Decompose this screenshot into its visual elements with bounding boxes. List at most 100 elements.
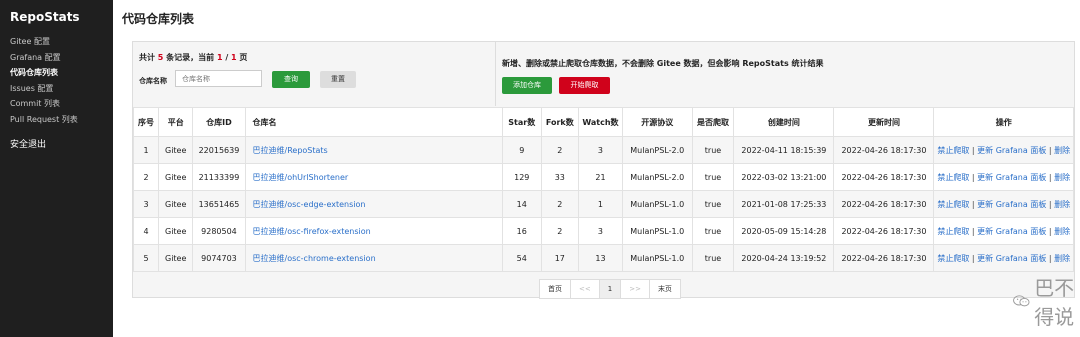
- cell-star: 16: [501, 217, 542, 245]
- cell-watch: 13: [578, 244, 623, 272]
- record-summary: 共计 5 条记录，当前 1 / 1 页: [139, 53, 248, 62]
- repo-table: 序号 平台 仓库ID 仓库名 Star数 Fork数 Watch数 开源协议 是…: [132, 107, 1074, 272]
- cell-platform: Gitee: [158, 217, 194, 245]
- stop-crawl-link[interactable]: 禁止爬取: [937, 173, 969, 182]
- cell-watch: 21: [578, 163, 623, 191]
- cell-repo-id: 13651465: [192, 190, 246, 218]
- cell-watch: 3: [578, 217, 623, 245]
- table-row: 3 Gitee 13651465 巴拉迪维/osc-edge-extension…: [132, 190, 1074, 218]
- sidebar-item-pull-request-list[interactable]: Pull Request 列表: [0, 112, 113, 128]
- sidebar-item-commit-list[interactable]: Commit 列表: [0, 96, 113, 112]
- cell-repo-id: 22015639: [192, 136, 246, 164]
- next-page-button[interactable]: >>: [621, 280, 650, 298]
- cell-fork: 2: [540, 190, 580, 218]
- cell-created: 2021-01-08 17:25:33: [733, 190, 835, 218]
- repo-name-link[interactable]: 巴拉迪维/ohUrlShortener: [253, 173, 349, 182]
- update-grafana-link[interactable]: 更新 Grafana 面板: [977, 254, 1046, 263]
- sidebar-item-issues-config[interactable]: Issues 配置: [0, 81, 113, 97]
- stop-crawl-link[interactable]: 禁止爬取: [937, 200, 969, 209]
- header-fork: Fork数: [540, 107, 580, 137]
- header-platform: 平台: [158, 107, 194, 137]
- header-repo-name: 仓库名: [244, 107, 503, 137]
- repo-name-link[interactable]: 巴拉迪维/osc-chrome-extension: [253, 254, 376, 263]
- cell-updated: 2022-04-26 18:17:30: [833, 136, 935, 164]
- cell-no: 1: [132, 136, 160, 164]
- cell-created: 2020-04-24 13:19:52: [733, 244, 835, 272]
- sidebar-item-repo-list[interactable]: 代码仓库列表: [0, 65, 113, 81]
- cell-star: 54: [501, 244, 542, 272]
- cell-crawl: true: [691, 244, 735, 272]
- add-repo-button[interactable]: 添加仓库: [502, 77, 552, 94]
- last-page-button[interactable]: 末页: [650, 280, 680, 298]
- page-number-button[interactable]: 1: [599, 280, 622, 298]
- stop-crawl-link[interactable]: 禁止爬取: [937, 227, 969, 236]
- cell-updated: 2022-04-26 18:17:30: [833, 190, 935, 218]
- first-page-button[interactable]: 首页: [540, 280, 571, 298]
- cell-created: 2020-05-09 15:14:28: [733, 217, 835, 245]
- prev-page-button[interactable]: <<: [571, 280, 600, 298]
- repo-name-link[interactable]: 巴拉迪维/osc-edge-extension: [253, 200, 366, 209]
- header-actions: 操作: [933, 107, 1074, 137]
- brand-logo[interactable]: RepoStats: [0, 0, 113, 34]
- cell-crawl: true: [691, 217, 735, 245]
- reset-button[interactable]: 重置: [320, 71, 356, 88]
- update-grafana-link[interactable]: 更新 Grafana 面板: [977, 146, 1046, 155]
- cell-no: 5: [132, 244, 160, 272]
- repo-name-link[interactable]: 巴拉迪维/RepoStats: [253, 146, 328, 155]
- pagination: 首页 << 1 >> 末页: [539, 279, 681, 299]
- table-row: 5 Gitee 9074703 巴拉迪维/osc-chrome-extensio…: [132, 244, 1074, 272]
- cell-fork: 17: [540, 244, 580, 272]
- header-star: Star数: [501, 107, 542, 137]
- main-content: 代码仓库列表 共计 5 条记录，当前 1 / 1 页 仓库名称 查询 重置 新增…: [113, 0, 1080, 337]
- cell-platform: Gitee: [158, 136, 194, 164]
- update-grafana-link[interactable]: 更新 Grafana 面板: [977, 227, 1046, 236]
- delete-link[interactable]: 删除: [1054, 200, 1070, 209]
- start-crawl-button[interactable]: 开始爬取: [559, 77, 610, 94]
- repo-name-input[interactable]: [175, 70, 262, 87]
- delete-link[interactable]: 删除: [1054, 146, 1070, 155]
- cell-created: 2022-03-02 13:21:00: [733, 163, 835, 191]
- cell-no: 2: [132, 163, 160, 191]
- cell-license: MulanPSL-1.0: [621, 217, 693, 245]
- delete-link[interactable]: 删除: [1054, 254, 1070, 263]
- header-no: 序号: [132, 107, 160, 137]
- search-button[interactable]: 查询: [272, 71, 310, 88]
- search-panel: 共计 5 条记录，当前 1 / 1 页 仓库名称 查询 重置: [133, 42, 496, 106]
- update-grafana-link[interactable]: 更新 Grafana 面板: [977, 173, 1046, 182]
- stop-crawl-link[interactable]: 禁止爬取: [937, 254, 969, 263]
- cell-star: 9: [501, 136, 542, 164]
- stop-crawl-link[interactable]: 禁止爬取: [937, 146, 969, 155]
- cell-fork: 2: [540, 217, 580, 245]
- delete-link[interactable]: 删除: [1054, 227, 1070, 236]
- cell-updated: 2022-04-26 18:17:30: [833, 244, 935, 272]
- update-grafana-link[interactable]: 更新 Grafana 面板: [977, 200, 1046, 209]
- cell-star: 14: [501, 190, 542, 218]
- wechat-icon: [1013, 295, 1030, 307]
- sidebar-item-grafana-config[interactable]: Grafana 配置: [0, 50, 113, 66]
- header-created: 创建时间: [733, 107, 835, 137]
- cell-repo-id: 9074703: [192, 244, 246, 272]
- cell-repo-id: 21133399: [192, 163, 246, 191]
- cell-no: 3: [132, 190, 160, 218]
- header-repo-id: 仓库ID: [192, 107, 246, 137]
- cell-platform: Gitee: [158, 163, 194, 191]
- cell-repo-id: 9280504: [192, 217, 246, 245]
- cell-actions: 禁止爬取 | 更新 Grafana 面板 | 删除: [933, 163, 1074, 191]
- sidebar-item-gitee-config[interactable]: Gitee 配置: [0, 34, 113, 50]
- cell-crawl: true: [691, 136, 735, 164]
- cell-created: 2022-04-11 18:15:39: [733, 136, 835, 164]
- repo-name-link[interactable]: 巴拉迪维/osc-firefox-extension: [253, 227, 371, 236]
- cell-platform: Gitee: [158, 190, 194, 218]
- cell-updated: 2022-04-26 18:17:30: [833, 163, 935, 191]
- sidebar: RepoStats Gitee 配置 Grafana 配置 代码仓库列表 Iss…: [0, 0, 113, 337]
- logout-link[interactable]: 安全退出: [0, 137, 113, 153]
- notice-text: 新增、删除或禁止爬取仓库数据，不会删除 Gitee 数据，但会影响 RepoSt…: [502, 59, 824, 68]
- cell-fork: 2: [540, 136, 580, 164]
- delete-link[interactable]: 删除: [1054, 173, 1070, 182]
- cell-watch: 3: [578, 136, 623, 164]
- header-license: 开源协议: [621, 107, 693, 137]
- cell-crawl: true: [691, 163, 735, 191]
- table-row: 2 Gitee 21133399 巴拉迪维/ohUrlShortener 129…: [132, 163, 1074, 191]
- watermark: 巴不得说: [1013, 272, 1080, 330]
- cell-license: MulanPSL-2.0: [621, 136, 693, 164]
